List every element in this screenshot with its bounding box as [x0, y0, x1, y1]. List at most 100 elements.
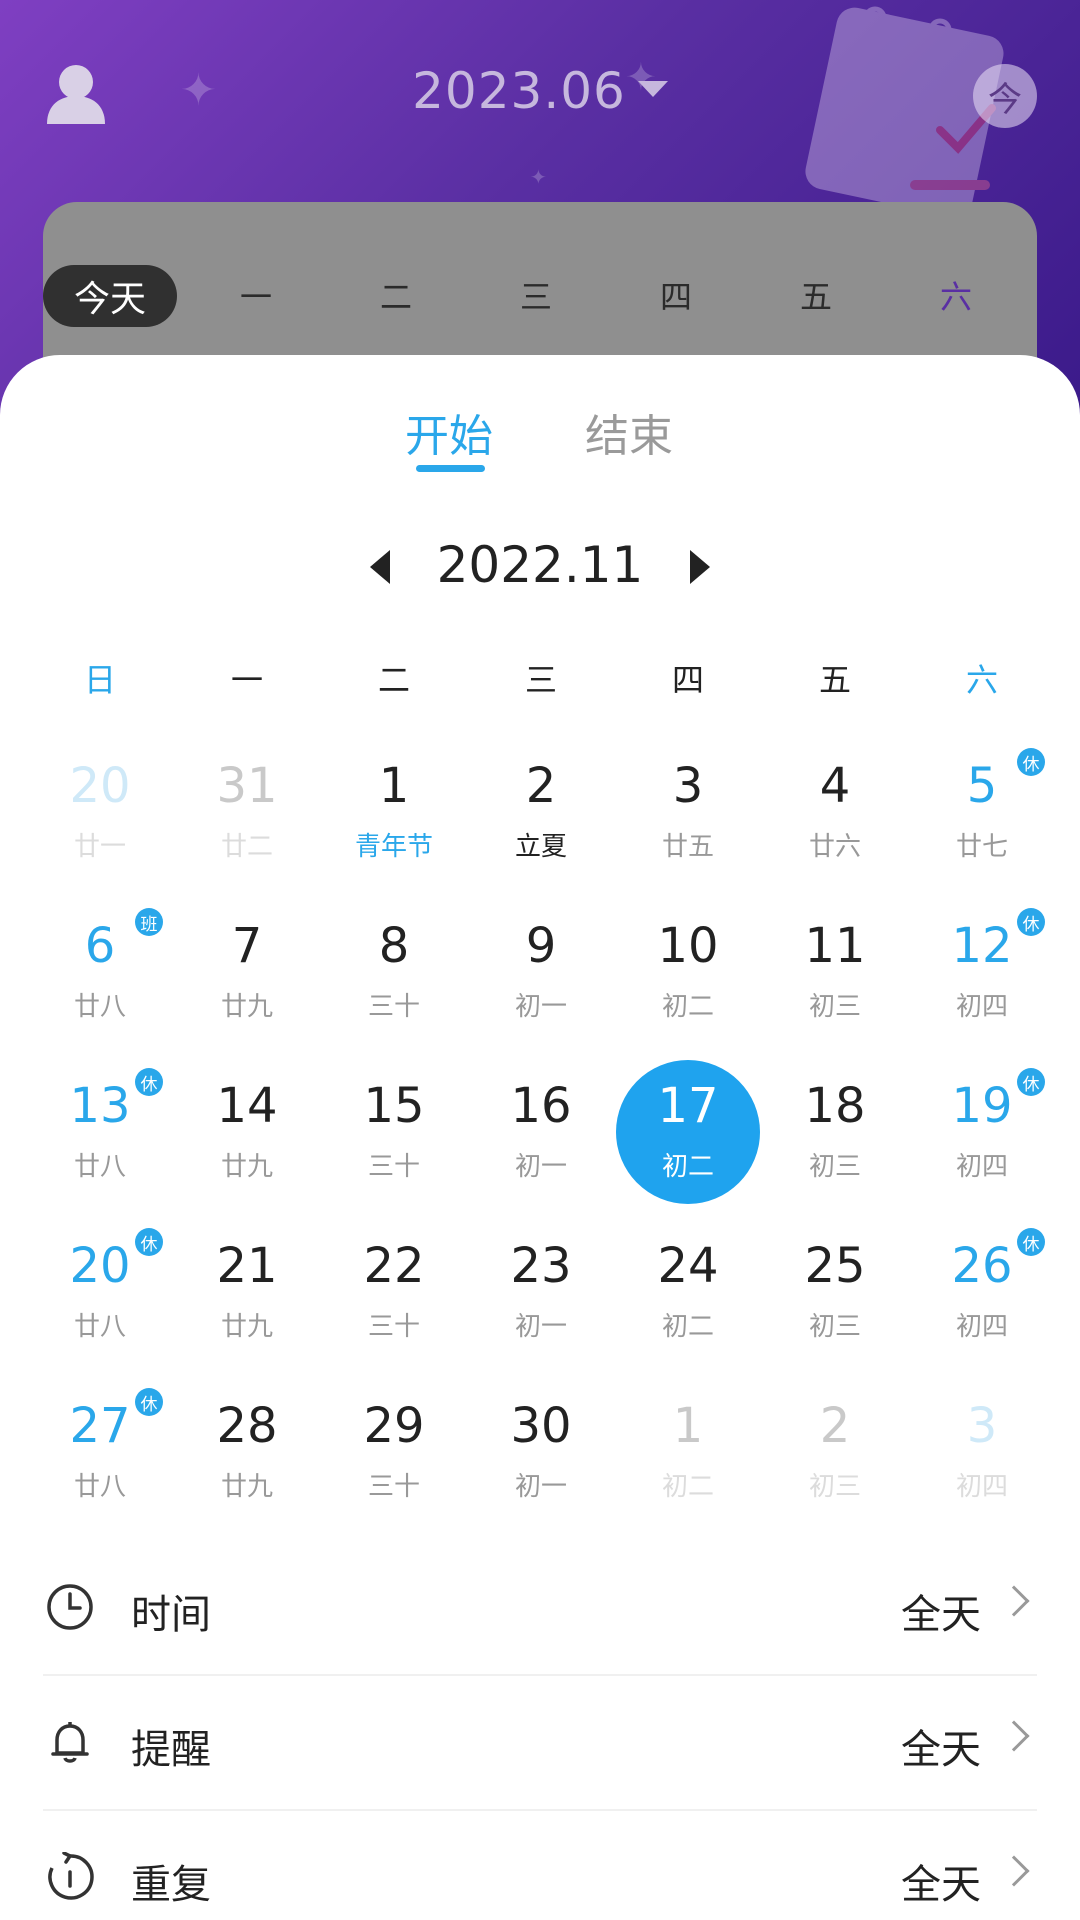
day-number: 25 [804, 1238, 866, 1294]
day-number: 30 [510, 1398, 572, 1454]
calendar-day[interactable]: 18 初三 [765, 1060, 905, 1205]
day-number: 3 [966, 1398, 998, 1454]
lunar-date: 廿九 [220, 992, 273, 1022]
calendar-day[interactable]: 26 初四休 [912, 1220, 1052, 1365]
holiday-badge: 休 [1017, 908, 1045, 936]
today-pill-button[interactable]: 今天 [43, 265, 177, 327]
calendar-day[interactable]: 27 廿八休 [30, 1380, 170, 1525]
calendar-day[interactable]: 2 立夏 [471, 740, 611, 885]
lunar-date: 廿八 [73, 1152, 126, 1182]
lunar-date: 三十 [367, 1152, 420, 1182]
lunar-date: 初四 [955, 992, 1008, 1022]
calendar-day-selected[interactable]: 17 初二 [616, 1060, 760, 1205]
holiday-badge: 休 [1017, 748, 1045, 776]
calendar-day[interactable]: 2 初三 [765, 1380, 905, 1525]
day-of-week-label: 三 [524, 661, 557, 699]
lunar-date: 三十 [367, 1312, 420, 1342]
lunar-date: 廿一 [73, 832, 126, 862]
weekday-label: 三 [519, 278, 552, 316]
day-number: 2 [525, 758, 557, 814]
picker-month-title: 2022.11 [436, 536, 644, 594]
lunar-date: 初三 [808, 1472, 861, 1502]
tab-end[interactable]: 结束 [585, 400, 673, 464]
setting-row-clock[interactable]: 时间 全天 [43, 1540, 1037, 1674]
lunar-date: 初三 [808, 1312, 861, 1342]
calendar-day[interactable]: 6 廿八班 [30, 900, 170, 1045]
day-number: 2 [819, 1398, 851, 1454]
calendar-day[interactable]: 1 初二 [618, 1380, 758, 1525]
day-of-week-label: 一 [230, 661, 263, 699]
setting-row-repeat[interactable]: 重复 全天 [43, 1810, 1037, 1920]
lunar-date: 廿八 [73, 1312, 126, 1342]
calendar-day[interactable]: 15 三十 [324, 1060, 464, 1205]
setting-label: 时间 [131, 1592, 211, 1638]
setting-row-bell[interactable]: 提醒 全天 [43, 1675, 1037, 1809]
setting-label: 重复 [131, 1862, 211, 1908]
workday-badge: 班 [135, 908, 163, 936]
lunar-date: 廿五 [661, 832, 714, 862]
calendar-day[interactable]: 29 三十 [324, 1380, 464, 1525]
day-number: 22 [363, 1238, 425, 1294]
tab-start[interactable]: 开始 [405, 400, 493, 464]
setting-label: 提醒 [131, 1727, 211, 1773]
top-bar: 2023.06 今 [0, 0, 1080, 190]
day-of-week-label: 五 [818, 661, 851, 699]
day-number: 8 [378, 918, 410, 974]
chevron-right-icon [998, 1585, 1030, 1617]
lunar-date: 初一 [514, 1312, 567, 1342]
next-month-icon[interactable] [690, 550, 710, 584]
previous-month-icon[interactable] [370, 550, 390, 584]
day-number: 18 [804, 1078, 866, 1134]
lunar-date: 廿二 [220, 832, 273, 862]
calendar-day[interactable]: 13 廿八休 [30, 1060, 170, 1205]
calendar-day[interactable]: 11 初三 [765, 900, 905, 1045]
calendar-day[interactable]: 10 初二 [618, 900, 758, 1045]
lunar-date: 初四 [955, 1312, 1008, 1342]
lunar-date: 廿九 [220, 1312, 273, 1342]
calendar-day[interactable]: 24 初二 [618, 1220, 758, 1365]
holiday-badge: 休 [135, 1068, 163, 1096]
calendar-day[interactable]: 1 青年节 [324, 740, 464, 885]
weekday-label: 四 [659, 278, 692, 316]
lunar-date: 廿九 [220, 1472, 273, 1502]
holiday-badge: 休 [1017, 1068, 1045, 1096]
calendar-day[interactable]: 22 三十 [324, 1220, 464, 1365]
calendar-day[interactable]: 3 初四 [912, 1380, 1052, 1525]
calendar-day[interactable]: 4 廿六 [765, 740, 905, 885]
chevron-down-icon [637, 80, 668, 97]
day-number: 20 [69, 758, 131, 814]
calendar-day[interactable]: 19 初四休 [912, 1060, 1052, 1205]
day-number: 10 [657, 918, 719, 974]
weekday-label: 六 [939, 278, 972, 316]
calendar-day[interactable]: 28 廿九 [177, 1380, 317, 1525]
calendar-day[interactable]: 9 初一 [471, 900, 611, 1045]
day-number: 21 [216, 1238, 278, 1294]
calendar-day[interactable]: 31 廿二 [177, 740, 317, 885]
calendar-day[interactable]: 7 廿九 [177, 900, 317, 1045]
holiday-badge: 休 [135, 1388, 163, 1416]
lunar-date: 初一 [514, 992, 567, 1022]
calendar-day[interactable]: 25 初三 [765, 1220, 905, 1365]
weekday-label: 一 [239, 278, 272, 316]
calendar-day[interactable]: 30 初一 [471, 1380, 611, 1525]
calendar-day[interactable]: 16 初一 [471, 1060, 611, 1205]
day-of-week-label: 二 [377, 661, 410, 699]
lunar-date: 廿六 [808, 832, 861, 862]
clock-icon [45, 1582, 95, 1632]
lunar-date: 初二 [661, 1152, 714, 1182]
calendar-day[interactable]: 20 廿八休 [30, 1220, 170, 1365]
calendar-day[interactable]: 12 初四休 [912, 900, 1052, 1045]
calendar-day[interactable]: 5 廿七休 [912, 740, 1052, 885]
calendar-day[interactable]: 8 三十 [324, 900, 464, 1045]
lunar-date: 初三 [808, 1152, 861, 1182]
day-of-week-label: 六 [965, 661, 998, 699]
calendar-day[interactable]: 3 廿五 [618, 740, 758, 885]
day-number: 29 [363, 1398, 425, 1454]
calendar-day[interactable]: 23 初一 [471, 1220, 611, 1365]
calendar-day[interactable]: 14 廿九 [177, 1060, 317, 1205]
today-button[interactable]: 今 [973, 64, 1037, 128]
day-number: 23 [510, 1238, 572, 1294]
calendar-day[interactable]: 21 廿九 [177, 1220, 317, 1365]
month-selector[interactable]: 2023.06 [0, 62, 1080, 120]
calendar-day[interactable]: 20 廿一 [30, 740, 170, 885]
